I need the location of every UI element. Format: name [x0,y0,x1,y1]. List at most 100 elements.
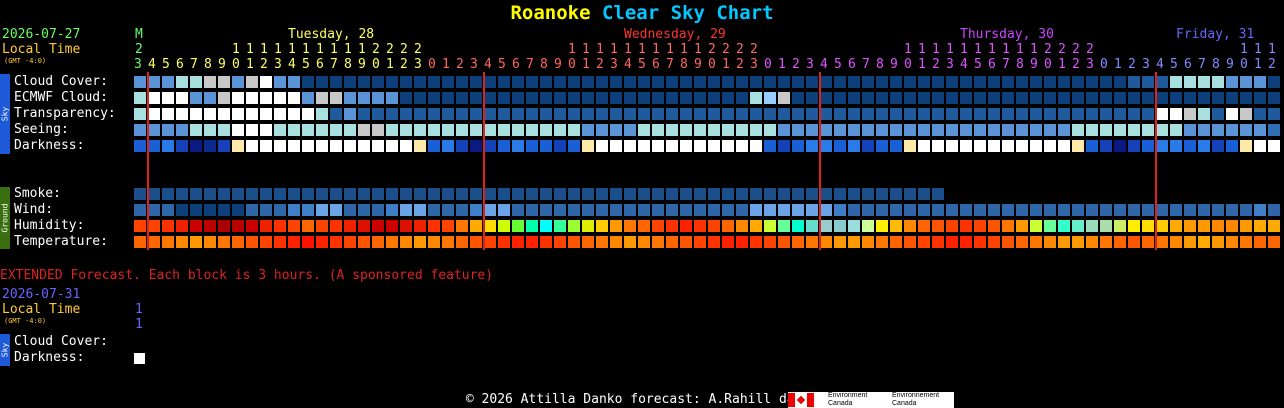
temperature-block[interactable] [302,236,314,248]
humidity-block[interactable] [834,220,846,232]
forecast-block[interactable] [1086,76,1098,88]
forecast-block[interactable] [400,92,412,104]
wind-block[interactable] [1058,204,1070,216]
forecast-block[interactable] [680,76,692,88]
smoke-block[interactable] [792,188,804,200]
temperature-block[interactable] [1142,236,1154,248]
humidity-block[interactable] [946,220,958,232]
forecast-block[interactable] [288,76,300,88]
humidity-block[interactable] [918,220,930,232]
forecast-block[interactable] [316,76,328,88]
temperature-block[interactable] [148,236,160,248]
forecast-block[interactable] [1044,124,1056,136]
forecast-block[interactable] [358,76,370,88]
forecast-block[interactable] [1030,108,1042,120]
forecast-block[interactable] [246,92,258,104]
darkness-block[interactable] [596,140,608,152]
darkness-block[interactable] [470,140,482,152]
wind-block[interactable] [1268,204,1280,216]
smoke-block[interactable] [302,188,314,200]
temperature-block[interactable] [1128,236,1140,248]
humidity-block[interactable] [484,220,496,232]
darkness-block[interactable] [400,140,412,152]
darkness-block[interactable] [1156,140,1168,152]
wind-block[interactable] [1170,204,1182,216]
forecast-block[interactable] [414,124,426,136]
wind-block[interactable] [498,204,510,216]
forecast-block[interactable] [372,124,384,136]
humidity-block[interactable] [736,220,748,232]
wind-block[interactable] [652,204,664,216]
forecast-block[interactable] [442,76,454,88]
darkness-block[interactable] [680,140,692,152]
forecast-block[interactable] [498,92,510,104]
humidity-block[interactable] [1114,220,1126,232]
forecast-block[interactable] [428,108,440,120]
forecast-block[interactable] [470,76,482,88]
forecast-block[interactable] [1058,76,1070,88]
humidity-block[interactable] [1086,220,1098,232]
forecast-block[interactable] [778,92,790,104]
temperature-block[interactable] [316,236,328,248]
forecast-block[interactable] [246,76,258,88]
temperature-block[interactable] [414,236,426,248]
forecast-block[interactable] [302,124,314,136]
smoke-block[interactable] [484,188,496,200]
wind-block[interactable] [708,204,720,216]
forecast-block[interactable] [918,76,930,88]
forecast-block[interactable] [498,124,510,136]
darkness-block[interactable] [386,140,398,152]
forecast-block[interactable] [1100,76,1112,88]
forecast-block[interactable] [1128,124,1140,136]
forecast-block[interactable] [386,124,398,136]
forecast-block[interactable] [1114,92,1126,104]
temperature-block[interactable] [568,236,580,248]
forecast-block[interactable] [624,124,636,136]
wind-block[interactable] [792,204,804,216]
wind-block[interactable] [372,204,384,216]
forecast-block[interactable] [1198,76,1210,88]
temperature-block[interactable] [190,236,202,248]
darkness-block[interactable] [274,140,286,152]
forecast-block[interactable] [624,76,636,88]
forecast-block[interactable] [372,92,384,104]
forecast-block[interactable] [1156,124,1168,136]
forecast-block[interactable] [1016,108,1028,120]
wind-block[interactable] [722,204,734,216]
forecast-block[interactable] [540,76,552,88]
humidity-block[interactable] [246,220,258,232]
wind-block[interactable] [162,204,174,216]
smoke-block[interactable] [918,188,930,200]
temperature-block[interactable] [792,236,804,248]
smoke-block[interactable] [414,188,426,200]
wind-block[interactable] [750,204,762,216]
humidity-block[interactable] [260,220,272,232]
temperature-block[interactable] [890,236,902,248]
forecast-block[interactable] [960,92,972,104]
forecast-block[interactable] [988,124,1000,136]
forecast-block[interactable] [946,76,958,88]
darkness-block[interactable] [1002,140,1014,152]
wind-block[interactable] [190,204,202,216]
forecast-block[interactable] [638,108,650,120]
forecast-block[interactable] [946,108,958,120]
humidity-block[interactable] [876,220,888,232]
smoke-block[interactable] [848,188,860,200]
temperature-block[interactable] [876,236,888,248]
humidity-block[interactable] [890,220,902,232]
temperature-block[interactable] [750,236,762,248]
temperature-block[interactable] [204,236,216,248]
forecast-block[interactable] [736,76,748,88]
humidity-block[interactable] [358,220,370,232]
wind-block[interactable] [344,204,356,216]
smoke-block[interactable] [470,188,482,200]
forecast-block[interactable] [456,92,468,104]
forecast-block[interactable] [218,92,230,104]
humidity-block[interactable] [232,220,244,232]
temperature-block[interactable] [1030,236,1042,248]
humidity-block[interactable] [694,220,706,232]
temperature-block[interactable] [162,236,174,248]
smoke-block[interactable] [428,188,440,200]
temperature-block[interactable] [400,236,412,248]
forecast-block[interactable] [1156,92,1168,104]
